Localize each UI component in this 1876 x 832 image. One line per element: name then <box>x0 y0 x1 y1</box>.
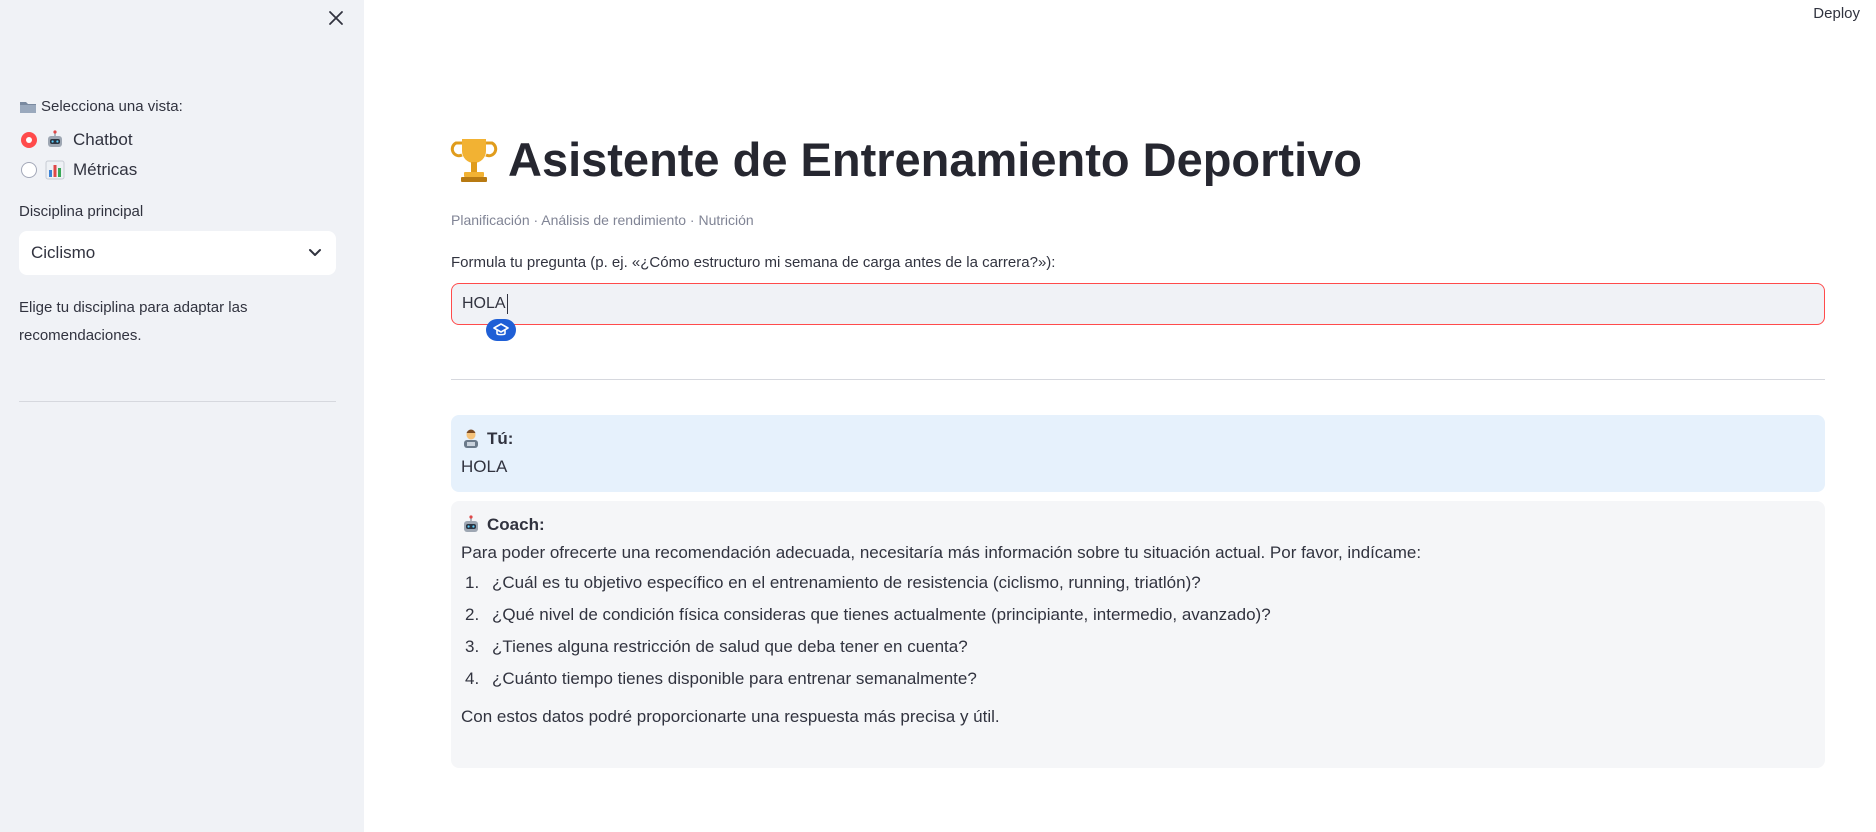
list-item-text: ¿Qué nivel de condición física considera… <box>492 605 1271 624</box>
radio-label-metricas: Métricas <box>73 160 138 179</box>
close-sidebar-button[interactable] <box>324 6 348 30</box>
list-item: 2. ¿Qué nivel de condición física consid… <box>461 603 1815 627</box>
main-divider <box>451 379 1825 380</box>
coach-message-header: Coach: <box>461 513 1815 537</box>
deploy-button[interactable]: Deploy <box>1813 5 1860 22</box>
graduation-cap-icon <box>493 323 509 336</box>
list-item: 4. ¿Cuánto tiempo tienes disponible para… <box>461 667 1815 691</box>
folder-icon <box>20 101 36 113</box>
chevron-down-icon <box>309 249 321 256</box>
radio-option-chatbot[interactable]: Chatbot <box>21 130 133 150</box>
coach-message-label: Coach: <box>487 515 545 534</box>
list-item-text: ¿Cuánto tiempo tienes disponible para en… <box>492 669 977 688</box>
page-title-text: Asistente de Entrenamiento Deportivo <box>508 133 1362 186</box>
list-item: 1. ¿Cuál es tu objetivo específico en el… <box>461 571 1815 595</box>
radio-label-chatbot: Chatbot <box>73 130 133 149</box>
text-caret <box>506 294 508 314</box>
sidebar-divider <box>19 401 336 402</box>
radio-option-metricas[interactable]: Métricas <box>21 160 137 180</box>
list-item-number: 4. <box>465 669 480 688</box>
trophy-icon <box>450 138 498 182</box>
view-label-text: Selecciona una vista: <box>41 98 183 115</box>
view-selector-label: Selecciona una vista: <box>19 98 183 115</box>
page-subtitle: Planificación · Análisis de rendimiento … <box>451 212 754 228</box>
coach-message-intro: Para poder ofrecerte una recomendación a… <box>461 543 1422 562</box>
user-message-label: Tú: <box>487 429 514 448</box>
list-item-number: 1. <box>465 573 480 592</box>
person-icon <box>464 429 478 448</box>
coach-message-closing: Con estos datos podré proporcionarte una… <box>461 707 1000 726</box>
list-item-number: 3. <box>465 637 480 656</box>
question-input-value: HOLA <box>462 295 506 312</box>
radio-button-checked[interactable] <box>21 132 37 148</box>
list-item-text: ¿Tienes alguna restricción de salud que … <box>492 637 968 656</box>
radio-button-unchecked[interactable] <box>21 162 37 178</box>
question-input[interactable]: HOLA <box>451 283 1825 325</box>
list-item-number: 2. <box>465 605 480 624</box>
discipline-label: Disciplina principal <box>19 203 144 220</box>
list-item-text: ¿Cuál es tu objetivo específico en el en… <box>492 573 1201 592</box>
bar-chart-icon <box>45 160 65 180</box>
user-message: Tú: HOLA <box>451 415 1825 492</box>
discipline-help-text: Elige tu disciplina para adaptar las rec… <box>19 299 248 344</box>
coach-question-list: 1. ¿Cuál es tu objetivo específico en el… <box>461 571 1815 691</box>
robot-icon <box>464 515 478 532</box>
page-title: Asistente de Entrenamiento Deportivo <box>450 132 1362 187</box>
discipline-select[interactable]: Ciclismo <box>19 231 336 275</box>
coach-message: Coach: Para poder ofrecerte una recomend… <box>451 501 1825 768</box>
sidebar: Selecciona una vista: Chatbot Métricas D… <box>0 0 364 832</box>
user-message-header: Tú: <box>461 427 1815 451</box>
keyboard-overlay-button[interactable] <box>486 319 516 341</box>
list-item: 3. ¿Tienes alguna restricción de salud q… <box>461 635 1815 659</box>
question-input-label: Formula tu pregunta (p. ej. «¿Cómo estru… <box>451 254 1056 271</box>
user-message-text: HOLA <box>461 457 508 476</box>
close-icon <box>329 11 343 25</box>
discipline-select-value: Ciclismo <box>31 243 96 262</box>
robot-icon <box>48 130 62 147</box>
